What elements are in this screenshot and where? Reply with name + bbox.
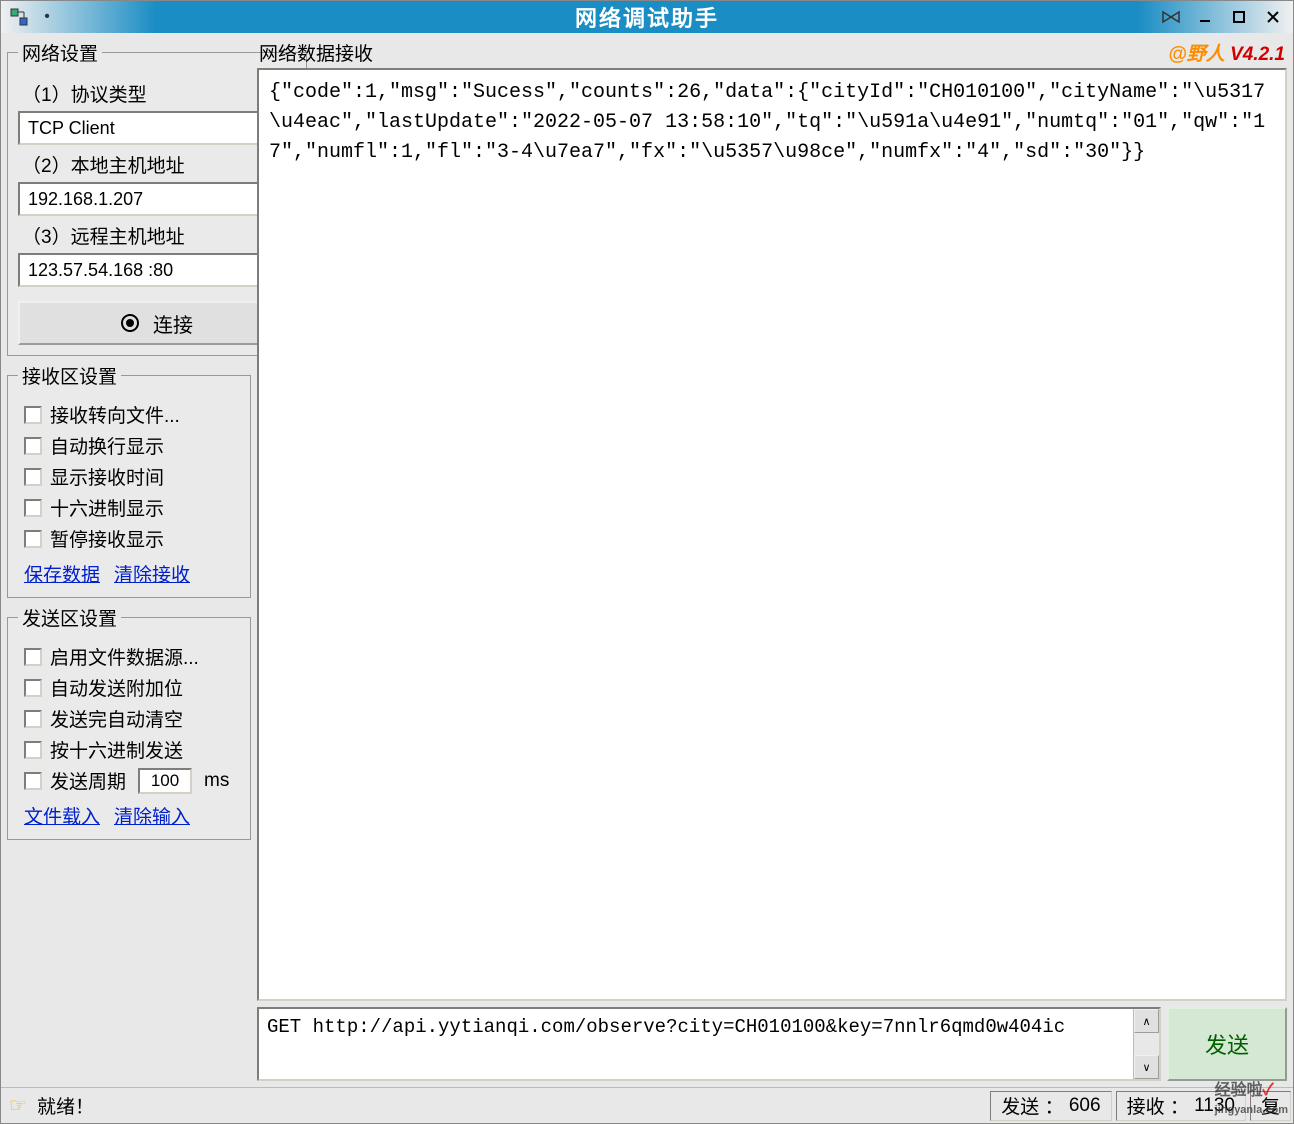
hex-recv-label: 十六进制显示 bbox=[50, 494, 164, 521]
load-file-link[interactable]: 文件载入 bbox=[24, 802, 100, 829]
clear-input-link[interactable]: 清除输入 bbox=[114, 802, 190, 829]
status-send: 发送 ： 606 bbox=[990, 1091, 1111, 1121]
checkbox-hex-send[interactable] bbox=[24, 741, 42, 759]
protocol-combo[interactable]: ▼ bbox=[18, 111, 296, 145]
file-source-label: 启用文件数据源... bbox=[50, 643, 199, 670]
hex-send-label: 按十六进制发送 bbox=[50, 736, 183, 763]
recv-textarea[interactable]: {"code":1,"msg":"Sucess","counts":26,"da… bbox=[257, 68, 1287, 1001]
local-host-label: （2）本地主机地址 bbox=[18, 151, 296, 178]
autoclear-label: 发送完自动清空 bbox=[50, 705, 183, 732]
scrollbar[interactable]: ∧ ∨ bbox=[1133, 1009, 1159, 1079]
recv-file-label: 接收转向文件... bbox=[50, 401, 180, 428]
send-settings-legend: 发送区设置 bbox=[18, 604, 121, 631]
network-legend: 网络设置 bbox=[18, 39, 102, 66]
period-label: 发送周期 bbox=[50, 767, 126, 794]
statusbar: ☞ 就绪！ 发送 ： 606 接收 ： 1130 复 bbox=[1, 1087, 1293, 1123]
time-label: 显示接收时间 bbox=[50, 463, 164, 490]
pause-label: 暂停接收显示 bbox=[50, 525, 164, 552]
close-button[interactable] bbox=[1261, 7, 1285, 27]
save-data-link[interactable]: 保存数据 bbox=[24, 560, 100, 587]
app-icon bbox=[9, 7, 29, 27]
app-window: • 网络调试助手 网络设置 （1）协议类型 ▼ bbox=[0, 0, 1294, 1124]
pin-icon[interactable] bbox=[1159, 7, 1183, 27]
checkbox-recv-file[interactable] bbox=[24, 406, 42, 424]
watermark: 经验啦✓ jingyanla.com bbox=[1215, 1076, 1288, 1118]
record-icon bbox=[121, 314, 139, 332]
checkbox-hex-recv[interactable] bbox=[24, 499, 42, 517]
protocol-input[interactable] bbox=[20, 113, 268, 143]
scroll-down-icon[interactable]: ∨ bbox=[1134, 1055, 1159, 1079]
recv-title: 网络数据接收 bbox=[259, 39, 373, 66]
dropdown-icon[interactable]: • bbox=[35, 7, 59, 27]
checkbox-pause[interactable] bbox=[24, 530, 42, 548]
remote-host-combo[interactable]: ▼ bbox=[18, 253, 296, 287]
status-ready: 就绪！ bbox=[37, 1092, 94, 1119]
append-label: 自动发送附加位 bbox=[50, 674, 183, 701]
checkbox-file-source[interactable] bbox=[24, 648, 42, 666]
recv-settings-legend: 接收区设置 bbox=[18, 362, 121, 389]
titlebar: • 网络调试助手 bbox=[1, 1, 1293, 33]
period-unit: ms bbox=[204, 770, 229, 792]
remote-host-label: （3）远程主机地址 bbox=[18, 222, 296, 249]
period-input[interactable] bbox=[138, 768, 192, 794]
local-host-combo[interactable]: ▼ bbox=[18, 182, 296, 216]
remote-host-input[interactable] bbox=[20, 255, 268, 285]
wrap-label: 自动换行显示 bbox=[50, 432, 164, 459]
connect-label: 连接 bbox=[153, 309, 193, 338]
recv-settings-group: 接收区设置 接收转向文件... 自动换行显示 显示接收时间 十六进制显示 暂停接… bbox=[7, 362, 251, 598]
send-button[interactable]: 发送 bbox=[1167, 1007, 1287, 1081]
checkbox-wrap[interactable] bbox=[24, 437, 42, 455]
checkbox-autoclear[interactable] bbox=[24, 710, 42, 728]
maximize-button[interactable] bbox=[1227, 7, 1251, 27]
checkbox-period[interactable] bbox=[24, 772, 42, 790]
connect-button[interactable]: 连接 bbox=[18, 301, 296, 345]
hand-icon: ☞ bbox=[9, 1093, 27, 1118]
protocol-label: （1）协议类型 bbox=[18, 80, 296, 107]
send-settings-group: 发送区设置 启用文件数据源... 自动发送附加位 发送完自动清空 按十六进制发送… bbox=[7, 604, 251, 840]
minimize-button[interactable] bbox=[1193, 7, 1217, 27]
window-title: 网络调试助手 bbox=[575, 1, 719, 33]
send-textarea[interactable] bbox=[259, 1009, 1133, 1079]
scroll-up-icon[interactable]: ∧ bbox=[1134, 1009, 1159, 1033]
checkbox-time[interactable] bbox=[24, 468, 42, 486]
clear-recv-link[interactable]: 清除接收 bbox=[114, 560, 190, 587]
checkbox-append[interactable] bbox=[24, 679, 42, 697]
local-host-input[interactable] bbox=[20, 184, 268, 214]
brand-label: @野人 V4.2.1 bbox=[1168, 39, 1285, 66]
